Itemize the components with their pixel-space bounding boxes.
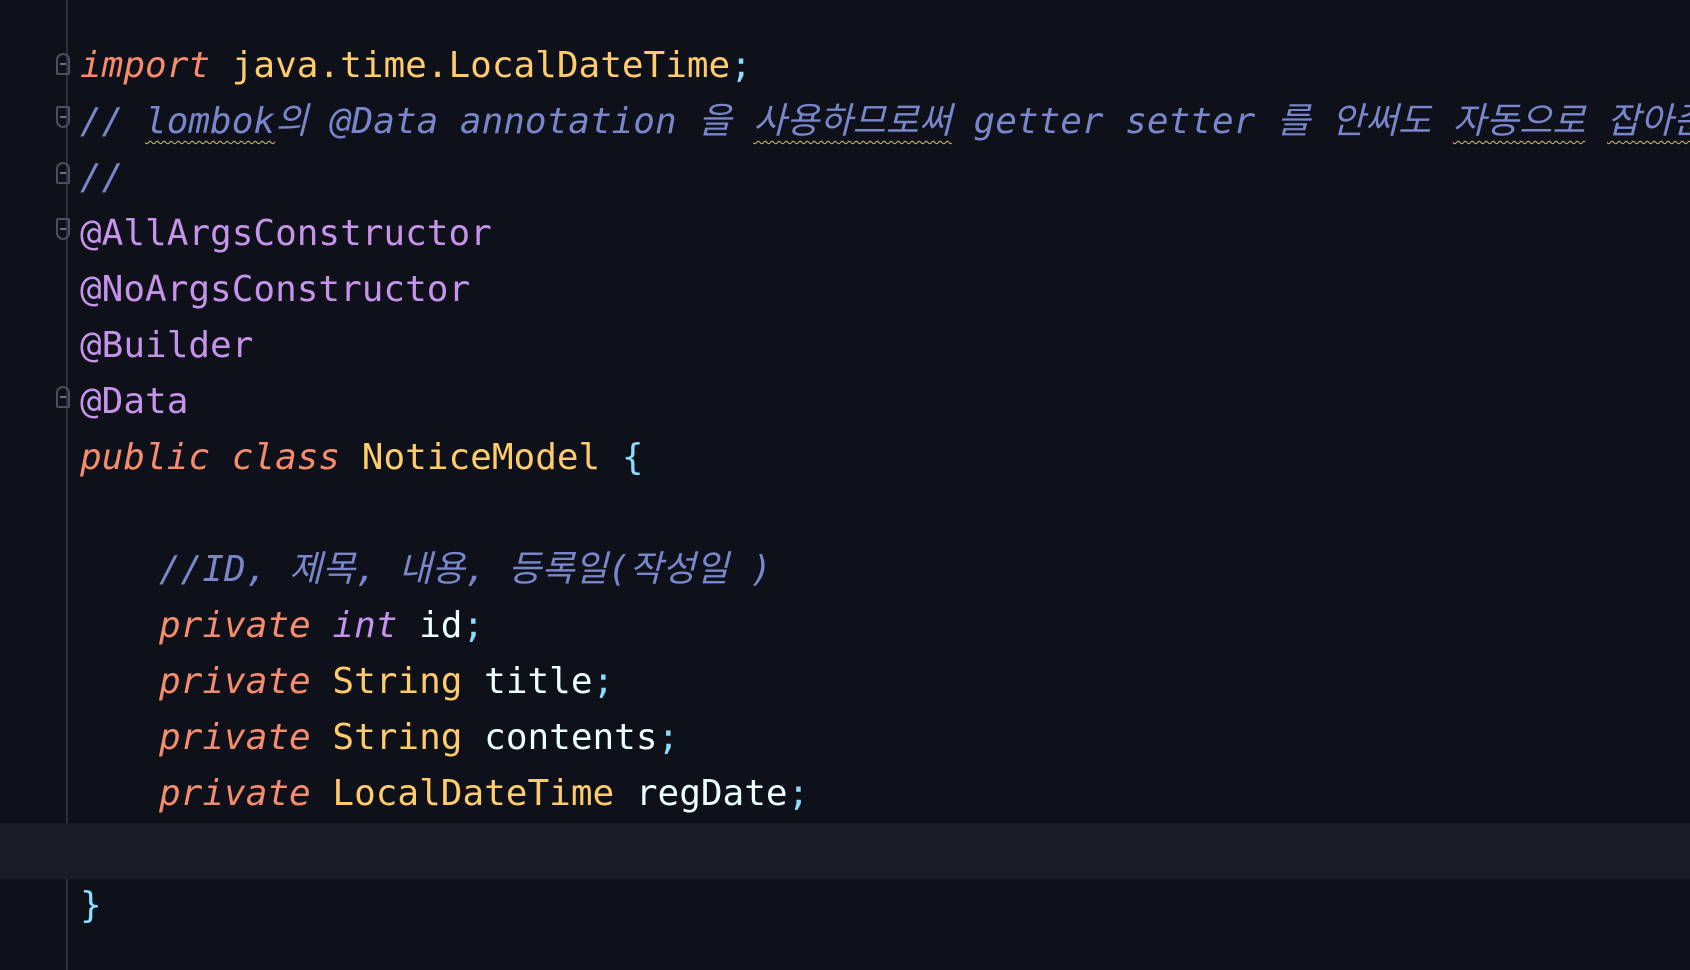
- semicolon: ;: [657, 717, 680, 758]
- class-keyword: class: [231, 437, 341, 478]
- comment-word-typo: 자동으로: [1452, 101, 1586, 142]
- annotation-text: @AllArgsConstructor: [80, 213, 492, 254]
- annotation-text: @NoArgsConstructor: [80, 269, 471, 310]
- annotation-no-args-constructor[interactable]: @NoArgsConstructor: [80, 262, 470, 318]
- field-type: int: [332, 605, 398, 646]
- fold-icon[interactable]: [56, 162, 70, 184]
- field-name: contents: [484, 717, 658, 758]
- annotation-all-args-constructor[interactable]: @AllArgsConstructor: [80, 206, 492, 262]
- field-type: String: [332, 717, 463, 758]
- code-line-field-id[interactable]: private int id;: [159, 598, 484, 654]
- semicolon: ;: [592, 661, 615, 702]
- field-name: id: [419, 605, 463, 646]
- field-name: title: [484, 661, 593, 702]
- annotation-text: @Builder: [80, 325, 254, 366]
- comment-word-typo: lombok: [145, 101, 276, 142]
- private-keyword: private: [159, 773, 311, 814]
- private-keyword: private: [159, 661, 311, 702]
- private-keyword: private: [159, 717, 311, 758]
- comment-text: //: [80, 157, 124, 198]
- comment-word-typo: 잡아준다: [1606, 101, 1690, 142]
- annotation-builder[interactable]: @Builder: [80, 318, 253, 374]
- semicolon: ;: [462, 605, 485, 646]
- class-name: NoticeModel: [361, 437, 601, 478]
- public-keyword: public: [80, 437, 211, 478]
- import-package: java.time.LocalDateTime: [231, 45, 731, 86]
- code-line-field-comment[interactable]: //ID, 제목, 내용, 등록일(작성일 ): [159, 542, 772, 598]
- comment-prefix: //: [80, 101, 146, 142]
- annotation-text: @Data: [80, 381, 189, 422]
- comment-text: //ID, 제목, 내용, 등록일(작성일 ): [159, 549, 772, 590]
- close-brace: }: [80, 885, 102, 926]
- code-line-field-contents[interactable]: private String contents;: [159, 710, 679, 766]
- code-editor[interactable]: import java.time.LocalDateTime; // lombo…: [0, 0, 1690, 970]
- semicolon: ;: [787, 773, 810, 814]
- fold-icon[interactable]: [56, 218, 70, 240]
- annotation-data[interactable]: @Data: [80, 374, 188, 430]
- comment-word-typo: 사용하므로써: [753, 101, 952, 142]
- code-line-field-title[interactable]: private String title;: [159, 654, 614, 710]
- private-keyword: private: [159, 605, 311, 646]
- field-type: LocalDateTime: [332, 773, 615, 814]
- current-line-highlight: [0, 823, 1690, 879]
- open-brace: {: [621, 437, 644, 478]
- field-name: regDate: [635, 773, 788, 814]
- comment-text: 의 @Data annotation 을: [275, 101, 754, 142]
- code-line-class-declaration[interactable]: public class NoticeModel {: [80, 430, 644, 486]
- code-line-comment-empty[interactable]: //: [80, 150, 123, 206]
- fold-icon[interactable]: [56, 53, 70, 75]
- code-line-import[interactable]: import java.time.LocalDateTime;: [80, 38, 752, 94]
- code-line-field-regdate[interactable]: private LocalDateTime regDate;: [159, 766, 809, 822]
- fold-icon[interactable]: [56, 386, 70, 408]
- comment-text: [1585, 101, 1607, 142]
- code-line-comment[interactable]: // lombok의 @Data annotation 을 사용하므로써 get…: [80, 94, 1690, 150]
- code-line-close-brace[interactable]: }: [80, 878, 102, 934]
- semicolon: ;: [730, 45, 752, 86]
- fold-icon[interactable]: [56, 106, 70, 128]
- field-type: String: [332, 661, 463, 702]
- comment-text: getter setter 를 안써도: [951, 101, 1453, 142]
- import-keyword: import: [80, 45, 211, 86]
